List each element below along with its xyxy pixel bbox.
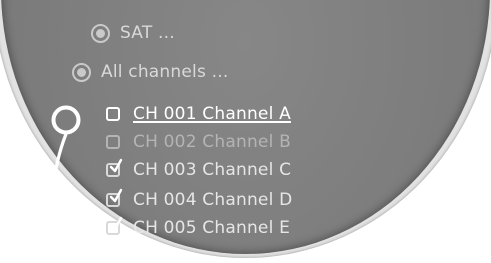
channel-item-4[interactable]: CH 004 Channel D [106,188,293,210]
menu-item-all-channels[interactable]: All channels ... [72,62,228,82]
checkbox-empty-icon [106,135,120,149]
checkbox-checked-icon [106,188,123,207]
channel-item-5[interactable]: CH 005 Channel E [106,216,291,238]
checkbox-checked-icon [106,158,123,177]
channel-label: CH 001 Channel A [133,104,291,124]
channel-item-1[interactable]: CH 001 Channel A [106,104,291,124]
channel-label: CH 004 Channel D [133,190,293,210]
radio-icon [72,62,91,82]
menu-item-sat-label: SAT ... [120,23,175,43]
channel-item-2[interactable]: CH 002 Channel B [106,132,291,152]
channel-label: CH 003 Channel C [133,160,292,180]
checkbox-checked-icon [106,216,123,235]
checkbox-empty-icon [106,107,120,121]
channel-label: CH 002 Channel B [133,132,291,152]
radio-icon [91,23,110,43]
menu-item-sat[interactable]: SAT ... [91,23,175,43]
menu-item-all-channels-label: All channels ... [101,62,229,82]
channel-item-3[interactable]: CH 003 Channel C [106,158,292,180]
channel-label: CH 005 Channel E [133,218,291,238]
idrive-menu-screen: SAT ... All channels ... CH 001 Channel … [0,0,491,263]
controller-knob[interactable] [51,105,81,135]
